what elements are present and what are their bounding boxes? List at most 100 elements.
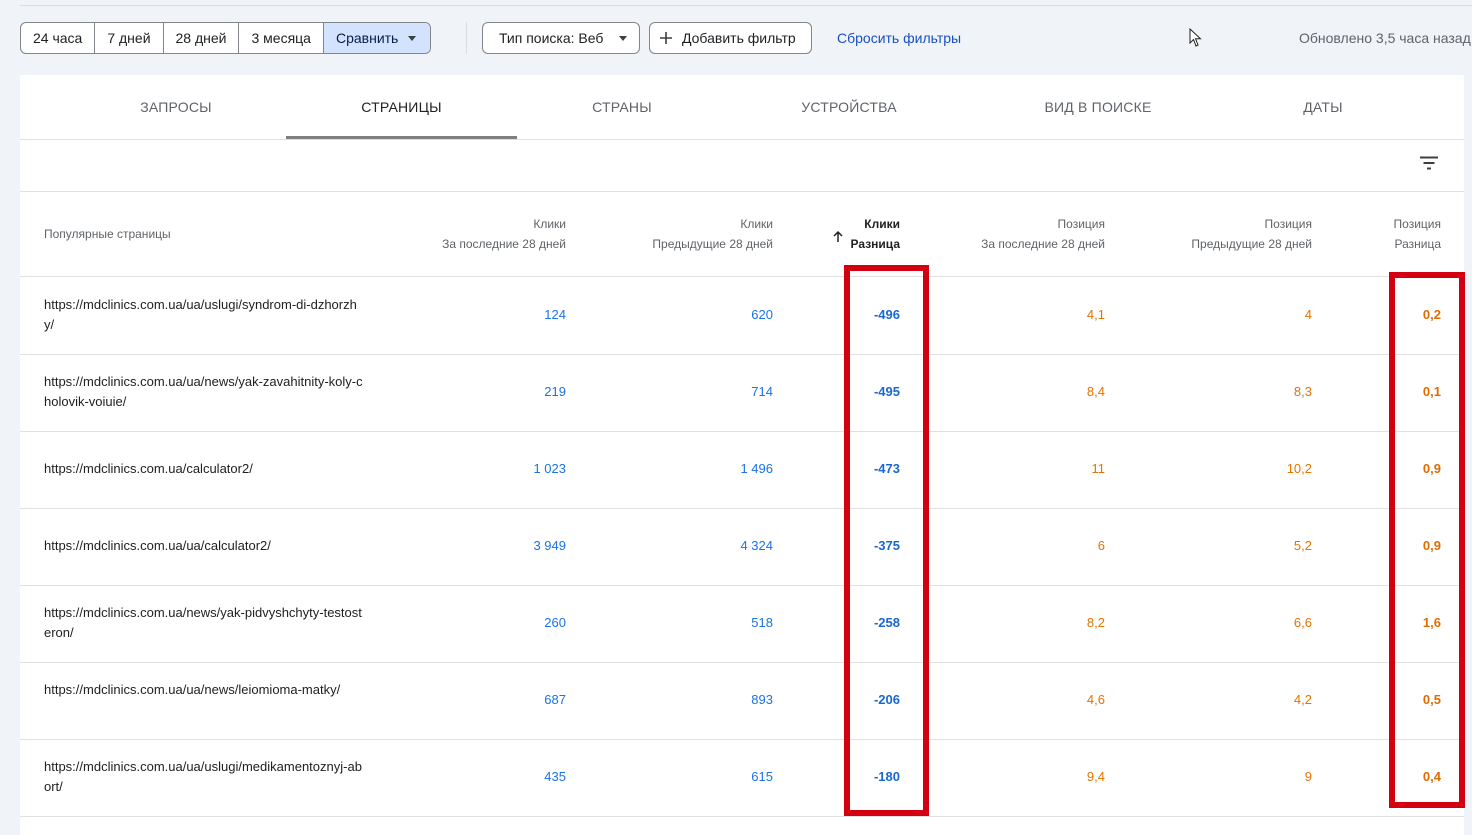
header-sublabel: За последние 28 дней (442, 237, 566, 251)
header-clicks-prev[interactable]: Клики Предыдущие 28 дней (652, 214, 773, 254)
position-prev-value: 5,2 (1293, 538, 1312, 553)
position-diff-value: 1,6 (1422, 615, 1441, 630)
page-url[interactable]: https://mdclinics.com.ua/calculator2/ (44, 459, 364, 479)
clicks-prev-value: 714 (751, 384, 773, 399)
clicks-prev-value: 518 (751, 615, 773, 630)
position-prev-value: 4,2 (1293, 692, 1312, 707)
add-filter-label: Добавить фильтр (682, 30, 796, 46)
clicks-last-value: 687 (544, 692, 566, 707)
page-url[interactable]: https://mdclinics.com.ua/ua/news/yak-zav… (44, 372, 364, 412)
updated-status: Обновлено 3,5 часа назад (1299, 30, 1471, 46)
header-clicks-last[interactable]: Клики За последние 28 дней (442, 214, 566, 254)
clicks-prev-value: 620 (751, 307, 773, 322)
position-last-value: 4,1 (1086, 307, 1105, 322)
page-url[interactable]: https://mdclinics.com.ua/ua/calculator2/ (44, 536, 364, 556)
period-28d-button[interactable]: 28 дней (164, 23, 240, 53)
header-sublabel: Разница (1394, 237, 1441, 251)
clicks-prev-value: 1 496 (740, 461, 773, 476)
period-7d-button[interactable]: 7 дней (95, 23, 164, 53)
tab-pages[interactable]: СТРАНИЦЫ (286, 75, 517, 139)
clicks-prev-value: 893 (751, 692, 773, 707)
report-card: ЗАПРОСЫ СТРАНИЦЫ СТРАНЫ УСТРОЙСТВА ВИД В… (20, 75, 1465, 835)
clicks-last-value: 435 (544, 769, 566, 784)
page-url[interactable]: https://mdclinics.com.ua/ua/news/leiomio… (44, 680, 364, 700)
position-prev-value: 6,6 (1293, 615, 1312, 630)
active-tab-indicator (286, 136, 517, 139)
table-filter-bar (20, 140, 1464, 192)
arrow-upward-icon[interactable] (831, 230, 845, 244)
table-row[interactable]: https://mdclinics.com.ua/ua/news/leiomio… (20, 662, 1464, 740)
reset-filters-link[interactable]: Сбросить фильтры (837, 30, 961, 46)
header-top-pages[interactable]: Популярные страницы (44, 224, 171, 244)
tab-countries[interactable]: СТРАНЫ (522, 75, 722, 139)
position-last-value: 11 (1091, 461, 1106, 476)
tab-search-appearance[interactable]: ВИД В ПОИСКЕ (998, 75, 1198, 139)
tab-dates[interactable]: ДАТЫ (1223, 75, 1423, 139)
table-header: Популярные страницы Клики За последние 2… (20, 192, 1464, 277)
clicks-last-value: 124 (544, 307, 566, 322)
header-sublabel: За последние 28 дней (981, 237, 1105, 251)
clicks-last-value: 3 949 (533, 538, 566, 553)
position-last-value: 8,2 (1086, 615, 1105, 630)
search-type-label: Тип поиска: Веб (499, 30, 604, 46)
position-diff-value: 0,9 (1422, 461, 1441, 476)
caret-down-icon (619, 35, 628, 41)
clicks-diff-value: -375 (873, 538, 900, 553)
clicks-last-value: 219 (544, 384, 566, 399)
table-row[interactable]: https://mdclinics.com.ua/news/yak-pidvys… (20, 585, 1464, 663)
table-row[interactable]: https://mdclinics.com.ua/ua/calculator2/… (20, 508, 1464, 586)
position-last-value: 6 (1097, 538, 1105, 553)
clicks-diff-value: -180 (873, 769, 900, 784)
position-diff-value: 0,2 (1422, 307, 1441, 322)
position-prev-value: 10,2 (1286, 461, 1312, 476)
position-diff-value: 0,1 (1422, 384, 1441, 399)
compare-button[interactable]: Сравнить (323, 23, 431, 53)
header-label: Позиция (1057, 217, 1105, 231)
position-prev-value: 9 (1304, 769, 1312, 784)
header-sublabel: Разница (850, 237, 900, 251)
caret-down-icon (408, 35, 417, 41)
date-range-selector: 24 часа 7 дней 28 дней 3 месяца Сравнить (20, 22, 432, 54)
page-url[interactable]: https://mdclinics.com.ua/ua/uslugi/medik… (44, 757, 364, 797)
add-filter-button[interactable]: Добавить фильтр (649, 22, 812, 54)
header-position-prev[interactable]: Позиция Предыдущие 28 дней (1191, 214, 1312, 254)
clicks-diff-value: -496 (873, 307, 900, 322)
header-label: Позиция (1393, 217, 1441, 231)
mouse-pointer-icon (1189, 28, 1202, 47)
period-24h-button[interactable]: 24 часа (21, 23, 96, 53)
position-last-value: 4,6 (1086, 692, 1105, 707)
position-last-value: 8,4 (1086, 384, 1105, 399)
header-label: Клики (740, 217, 773, 231)
table-row[interactable]: https://mdclinics.com.ua/ua/uslugi/medik… (20, 739, 1464, 817)
clicks-diff-value: -206 (873, 692, 900, 707)
header-position-diff[interactable]: Позиция Разница (1394, 214, 1441, 254)
position-diff-value: 0,5 (1422, 692, 1441, 707)
header-label: Клики (864, 217, 900, 231)
tab-queries[interactable]: ЗАПРОСЫ (76, 75, 276, 139)
filter-list-icon[interactable] (1419, 155, 1439, 171)
header-label: Позиция (1264, 217, 1312, 231)
tab-devices[interactable]: УСТРОЙСТВА (749, 75, 949, 139)
period-3m-button[interactable]: 3 месяца (239, 23, 324, 53)
page-url[interactable]: https://mdclinics.com.ua/ua/uslugi/syndr… (44, 295, 364, 335)
header-label: Клики (533, 217, 566, 231)
clicks-prev-value: 615 (751, 769, 773, 784)
header-clicks-diff[interactable]: Клики Разница (851, 214, 900, 254)
position-diff-value: 0,9 (1422, 538, 1441, 553)
clicks-last-value: 260 (544, 615, 566, 630)
table-row[interactable]: https://mdclinics.com.ua/ua/uslugi/syndr… (20, 277, 1464, 355)
header-position-last[interactable]: Позиция За последние 28 дней (981, 214, 1105, 254)
search-type-dropdown[interactable]: Тип поиска: Веб (482, 22, 641, 54)
top-divider (20, 5, 1472, 6)
table-row[interactable]: https://mdclinics.com.ua/ua/news/yak-zav… (20, 354, 1464, 432)
clicks-prev-value: 4 324 (740, 538, 773, 553)
position-prev-value: 4 (1304, 307, 1312, 322)
dimension-tabs: ЗАПРОСЫ СТРАНИЦЫ СТРАНЫ УСТРОЙСТВА ВИД В… (20, 75, 1464, 140)
clicks-diff-value: -258 (873, 615, 900, 630)
toolbar-divider (466, 22, 467, 54)
clicks-diff-value: -495 (873, 384, 900, 399)
clicks-last-value: 1 023 (533, 461, 566, 476)
position-last-value: 9,4 (1086, 769, 1105, 784)
page-url[interactable]: https://mdclinics.com.ua/news/yak-pidvys… (44, 603, 364, 643)
table-row[interactable]: https://mdclinics.com.ua/calculator2/1 0… (20, 431, 1464, 509)
